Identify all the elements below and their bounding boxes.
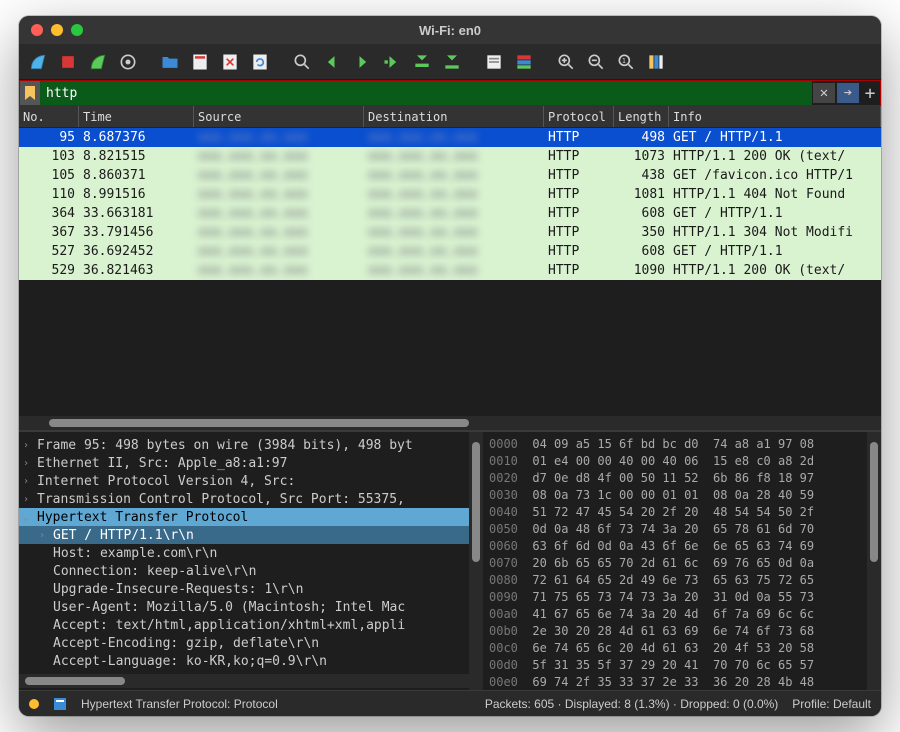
packet-bytes-hex[interactable]: 0000 04 09 a5 15 6f bd bc d0 74 a8 a1 97…	[483, 432, 867, 690]
col-no[interactable]: No.	[19, 106, 79, 127]
bookmark-icon[interactable]	[20, 81, 40, 105]
packet-list-hscrollbar[interactable]	[19, 416, 881, 430]
find-packet-button[interactable]	[289, 49, 315, 75]
tree-hscrollbar[interactable]	[19, 674, 469, 688]
go-back-button[interactable]	[319, 49, 345, 75]
packet-details-tree[interactable]: ›Frame 95: 498 bytes on wire (3984 bits)…	[19, 432, 469, 674]
tree-node[interactable]: ›GET / HTTP/1.1\r\n	[19, 526, 469, 544]
packet-list[interactable]: 958.687376xxx.xxx.xx.xxxxxx.xxx.xx.xxxHT…	[19, 128, 881, 280]
packet-list-empty-area	[19, 280, 881, 416]
go-first-button[interactable]	[409, 49, 435, 75]
bottom-panes: ›Frame 95: 498 bytes on wire (3984 bits)…	[19, 430, 881, 690]
tree-node[interactable]: Accept-Language: ko-KR,ko;q=0.9\r\n	[19, 652, 469, 670]
display-filter-input[interactable]	[40, 81, 812, 105]
packet-row[interactable]: 52736.692452xxx.xxx.xx.xxxxxx.xxx.xx.xxx…	[19, 242, 881, 261]
open-file-button[interactable]	[157, 49, 183, 75]
packet-row[interactable]: 36433.663181xxx.xxx.xx.xxxxxx.xxx.xx.xxx…	[19, 204, 881, 223]
packet-row[interactable]: 52936.821463xxx.xxx.xx.xxxxxx.xxx.xx.xxx…	[19, 261, 881, 280]
display-filter-bar: ✕ ➔ +	[19, 80, 881, 106]
zoom-reset-button[interactable]: 1	[613, 49, 639, 75]
col-info[interactable]: Info	[669, 106, 881, 127]
col-length[interactable]: Length	[614, 106, 669, 127]
auto-scroll-button[interactable]	[481, 49, 507, 75]
add-filter-button[interactable]: +	[860, 83, 880, 104]
tree-node[interactable]: ⌄Hypertext Transfer Protocol	[19, 508, 469, 526]
go-forward-button[interactable]	[349, 49, 375, 75]
col-protocol[interactable]: Protocol	[544, 106, 614, 127]
svg-text:1: 1	[622, 56, 626, 64]
go-last-button[interactable]	[439, 49, 465, 75]
tree-node[interactable]: Accept: text/html,application/xhtml+xml,…	[19, 616, 469, 634]
tree-node[interactable]: User-Agent: Mozilla/5.0 (Macintosh; Inte…	[19, 598, 469, 616]
tree-node[interactable]: ›Ethernet II, Src: Apple_a8:a1:97	[19, 454, 469, 472]
tree-node[interactable]: Host: example.com\r\n	[19, 544, 469, 562]
zoom-out-button[interactable]	[583, 49, 609, 75]
shark-fin-icon[interactable]	[25, 49, 51, 75]
stop-capture-button[interactable]	[55, 49, 81, 75]
status-profile[interactable]: Profile: Default	[792, 697, 871, 711]
notebook-icon[interactable]	[53, 697, 67, 711]
status-path: Hypertext Transfer Protocol: Protocol	[81, 697, 278, 711]
tree-vscrollbar[interactable]	[469, 432, 483, 690]
save-file-button[interactable]	[187, 49, 213, 75]
go-to-packet-button[interactable]	[379, 49, 405, 75]
close-file-button[interactable]	[217, 49, 243, 75]
clear-filter-button[interactable]: ✕	[813, 83, 835, 103]
packet-row[interactable]: 36733.791456xxx.xxx.xx.xxxxxx.xxx.xx.xxx…	[19, 223, 881, 242]
zoom-in-button[interactable]	[553, 49, 579, 75]
tree-node[interactable]: Accept-Encoding: gzip, deflate\r\n	[19, 634, 469, 652]
titlebar[interactable]: Wi-Fi: en0	[19, 16, 881, 44]
packet-row[interactable]: 1108.991516xxx.xxx.xx.xxxxxx.xxx.xx.xxxH…	[19, 185, 881, 204]
expert-info-icon[interactable]	[29, 699, 39, 709]
tree-node[interactable]: Upgrade-Insecure-Requests: 1\r\n	[19, 580, 469, 598]
packet-row[interactable]: 1038.821515xxx.xxx.xx.xxxxxx.xxx.xx.xxxH…	[19, 147, 881, 166]
col-source[interactable]: Source	[194, 106, 364, 127]
tree-node[interactable]: ›Transmission Control Protocol, Src Port…	[19, 490, 469, 508]
reload-file-button[interactable]	[247, 49, 273, 75]
window-title: Wi-Fi: en0	[19, 23, 881, 38]
tree-node[interactable]: Connection: keep-alive\r\n	[19, 562, 469, 580]
apply-filter-button[interactable]: ➔	[837, 83, 859, 103]
tree-node[interactable]: ›Internet Protocol Version 4, Src:	[19, 472, 469, 490]
hex-vscrollbar[interactable]	[867, 432, 881, 690]
packet-list-header[interactable]: No. Time Source Destination Protocol Len…	[19, 106, 881, 128]
restart-capture-button[interactable]	[85, 49, 111, 75]
col-time[interactable]: Time	[79, 106, 194, 127]
capture-options-button[interactable]	[115, 49, 141, 75]
status-bar: Hypertext Transfer Protocol: Protocol Pa…	[19, 690, 881, 716]
packet-row[interactable]: 1058.860371xxx.xxx.xx.xxxxxx.xxx.xx.xxxH…	[19, 166, 881, 185]
resize-columns-button[interactable]	[643, 49, 669, 75]
main-toolbar: 1	[19, 44, 881, 80]
tree-node[interactable]: ›Frame 95: 498 bytes on wire (3984 bits)…	[19, 436, 469, 454]
packet-row[interactable]: 958.687376xxx.xxx.xx.xxxxxx.xxx.xx.xxxHT…	[19, 128, 881, 147]
app-window: Wi-Fi: en0 1 ✕ ➔ + No. Time Source Desti…	[19, 16, 881, 716]
status-stats: Packets: 605 · Displayed: 8 (1.3%) · Dro…	[485, 697, 778, 711]
colorize-button[interactable]	[511, 49, 537, 75]
col-destination[interactable]: Destination	[364, 106, 544, 127]
